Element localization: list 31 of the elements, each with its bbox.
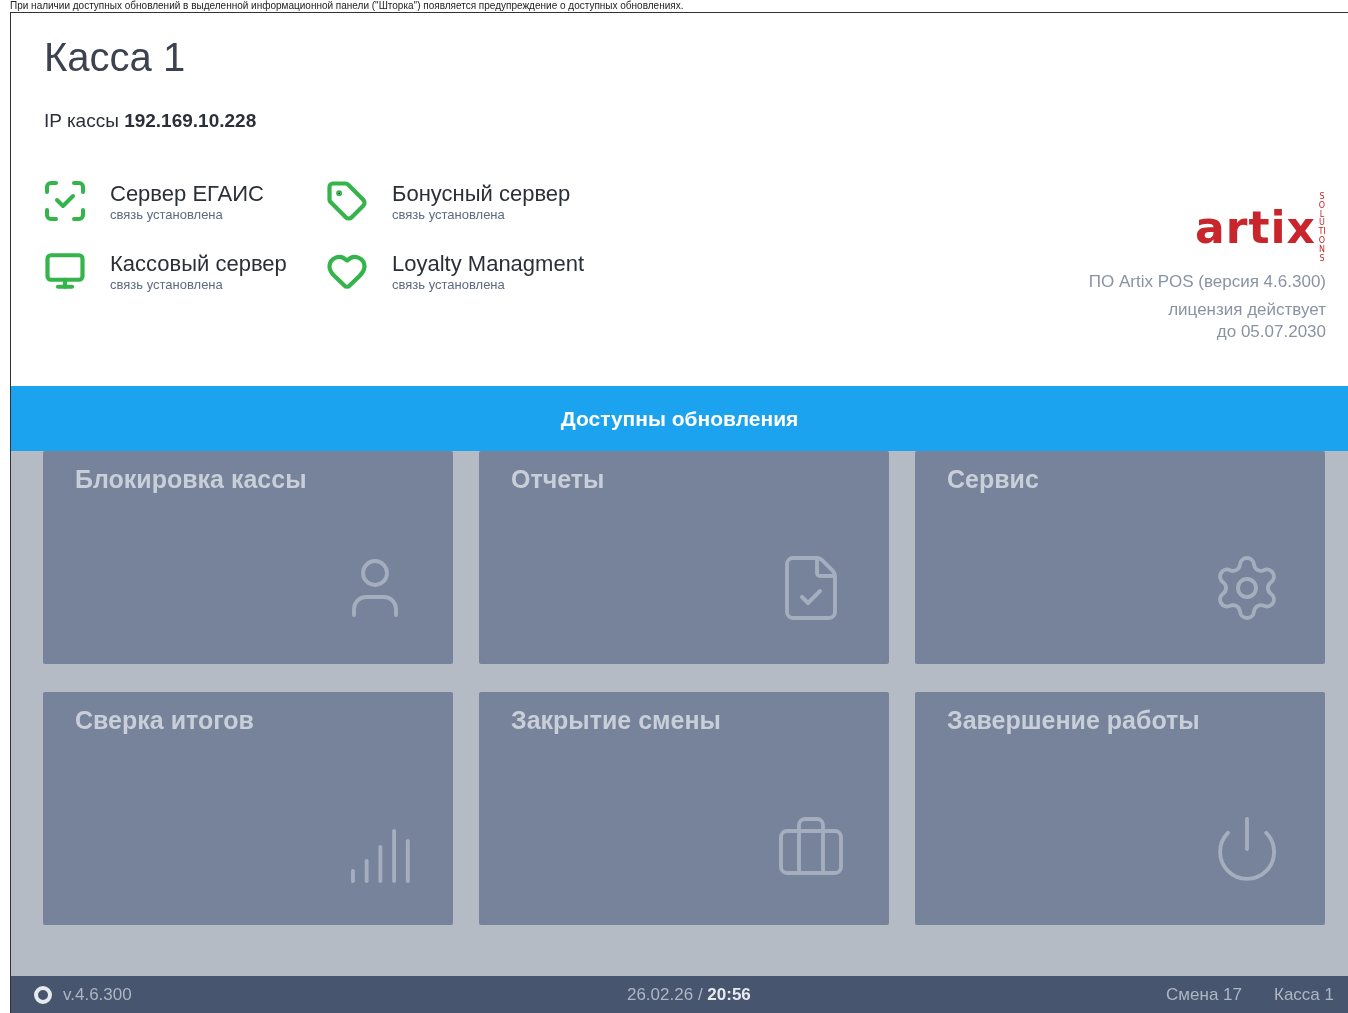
- license-text: лицензия действует до 05.07.2030: [1168, 299, 1326, 344]
- logo-tagline: SOLUTIONS: [1318, 193, 1326, 264]
- service-name: Loyalty Managment: [392, 250, 584, 277]
- bar-chart-icon: [351, 827, 411, 885]
- tile-label: Завершение работы: [947, 706, 1201, 735]
- app-logo-icon: [33, 984, 53, 1005]
- shift-text: Смена 17: [1166, 984, 1242, 1005]
- scan-check-icon: [44, 180, 86, 222]
- date-time: 26.02.26 / 20:56: [626, 984, 751, 1005]
- tile-label: Блокировка кассы: [75, 465, 308, 494]
- service-name: Сервер ЕГАИС: [110, 180, 264, 207]
- logo: artix: [1195, 206, 1316, 251]
- tile-label: Закрытие смены: [511, 706, 722, 735]
- updates-banner[interactable]: Доступны обновления: [11, 386, 1348, 451]
- page-title: Касса 1: [44, 35, 187, 80]
- service-status: связь установлена: [392, 276, 506, 292]
- tile-label: Отчеты: [511, 465, 606, 494]
- service-status: связь установлена: [392, 206, 506, 222]
- register-text: Касса 1: [1274, 984, 1334, 1005]
- service-name: Бонусный сервер: [392, 180, 571, 207]
- monitor-icon: [44, 250, 86, 292]
- tile-label: Сверка итогов: [75, 706, 255, 735]
- tag-icon: [326, 180, 368, 222]
- caption-text: При наличии доступных обновлений в выделенной информационной панели ("Шторка") появляется предупреждение о доступных обновлениях.: [9, 0, 685, 12]
- service-status: связь установлена: [110, 206, 224, 222]
- tile-label: Сервис: [947, 465, 1040, 494]
- product-version: ПО Artix POS (версия 4.6.300): [1088, 271, 1326, 294]
- service-name: Кассовый сервер: [110, 250, 287, 277]
- service-status: связь установлена: [110, 276, 224, 292]
- ip-address-text: IP кассы 192.169.10.228: [44, 110, 258, 132]
- version-text: v.4.6.300: [63, 984, 132, 1005]
